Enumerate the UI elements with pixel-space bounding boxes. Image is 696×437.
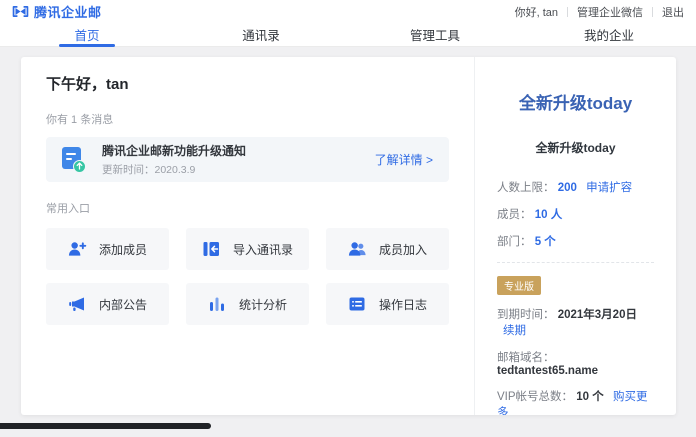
member-count-row: 成员： 10 人 xyxy=(497,206,654,222)
exmail-logo[interactable]: 腾讯企业邮 xyxy=(12,2,102,21)
member-count-value[interactable]: 10 人 xyxy=(535,209,563,221)
member-limit-value: 200 xyxy=(558,182,577,194)
upgrade-notification[interactable]: 腾讯企业邮新功能升级通知 更新时间：2020.3.9 了解详情 > xyxy=(46,137,449,182)
domain-label: 邮箱域名： xyxy=(497,352,555,364)
department-count-value[interactable]: 5 个 xyxy=(535,236,556,248)
renew-link[interactable]: 续期 xyxy=(503,325,526,337)
learn-more-link[interactable]: 了解详情 > xyxy=(375,151,433,168)
tab-admin-tools[interactable]: 管理工具 xyxy=(348,23,522,46)
operation-log-icon xyxy=(348,295,367,313)
expiry-row: 到期时间： 2021年3月20日 续期 xyxy=(497,306,654,338)
operation-log-button[interactable]: 操作日志 xyxy=(326,283,449,325)
vip-count-label: VIP帐号总数： xyxy=(497,391,573,403)
member-limit-label: 人数上限： xyxy=(497,182,555,194)
sidebar-panel: 全新升级today 全新升级today 人数上限： 200 申请扩容 成员： 1… xyxy=(474,57,676,415)
logout-link[interactable]: 退出 xyxy=(662,4,684,20)
quick-entries-title: 常用入口 xyxy=(46,200,449,216)
add-member-button[interactable]: 添加成员 xyxy=(46,228,169,270)
divider xyxy=(567,7,568,17)
tab-my-company[interactable]: 我的企业 xyxy=(522,23,696,46)
import-contacts-icon xyxy=(202,240,221,258)
tab-contacts[interactable]: 通讯录 xyxy=(174,23,348,46)
announcement-button[interactable]: 内部公告 xyxy=(46,283,169,325)
divider xyxy=(652,7,653,17)
vip-count-value: 10 个 xyxy=(576,391,604,403)
quick-entry-label: 统计分析 xyxy=(239,296,287,313)
upgrade-banner-subtitle: 全新升级today xyxy=(497,139,654,156)
exmail-logo-icon xyxy=(12,5,29,18)
quick-entry-label: 导入通讯录 xyxy=(233,241,293,258)
tab-home[interactable]: 首页 xyxy=(0,23,174,46)
domain-row: 邮箱域名： tedtantest65.name xyxy=(497,349,654,377)
bottom-dock-bar xyxy=(0,423,211,429)
expiry-label: 到期时间： xyxy=(497,309,555,321)
quick-entry-label: 成员加入 xyxy=(379,241,427,258)
vip-count-row: VIP帐号总数： 10 个 购买更多 xyxy=(497,388,654,415)
main-nav: 首页 通讯录 管理工具 我的企业 xyxy=(0,23,696,47)
user-greeting: 你好, tan xyxy=(515,4,558,20)
quick-entry-label: 添加成员 xyxy=(99,241,147,258)
member-join-button[interactable]: 成员加入 xyxy=(326,228,449,270)
notification-title: 腾讯企业邮新功能升级通知 xyxy=(102,142,246,159)
domain-value: tedtantest65.name xyxy=(497,365,598,377)
add-member-icon xyxy=(68,240,87,258)
org-stats: 人数上限： 200 申请扩容 成员： 10 人 部门： 5 个 xyxy=(497,179,654,249)
top-links: 你好, tan 管理企业微信 退出 xyxy=(515,4,684,20)
page-greeting: 下午好，tan xyxy=(46,73,449,94)
notification-updated: 更新时间：2020.3.9 xyxy=(102,162,246,177)
upgrade-banner-title: 全新升级today xyxy=(497,89,654,114)
page-body: 下午好，tan 你有 1 条消息 腾讯企业邮新功能升级通知 更新时间：2020 xyxy=(0,47,696,436)
manage-wecom-link[interactable]: 管理企业微信 xyxy=(577,4,643,20)
department-count-row: 部门： 5 个 xyxy=(497,233,654,249)
notification-text: 腾讯企业邮新功能升级通知 更新时间：2020.3.9 xyxy=(102,142,246,177)
divider xyxy=(497,262,654,263)
quick-entry-label: 操作日志 xyxy=(379,296,427,313)
statistics-button[interactable]: 统计分析 xyxy=(186,283,309,325)
upgrade-document-icon xyxy=(62,147,86,173)
announcement-icon xyxy=(68,295,87,313)
quick-entries-grid: 添加成员 导入通讯录 xyxy=(46,228,449,325)
messages-hint: 你有 1 条消息 xyxy=(46,111,449,127)
main-panel: 下午好，tan 你有 1 条消息 腾讯企业邮新功能升级通知 更新时间：2020 xyxy=(21,57,474,415)
topbar: 腾讯企业邮 你好, tan 管理企业微信 退出 xyxy=(0,0,696,23)
expand-capacity-link[interactable]: 申请扩容 xyxy=(586,182,632,194)
expiry-value: 2021年3月20日 xyxy=(558,309,637,321)
content-card: 下午好，tan 你有 1 条消息 腾讯企业邮新功能升级通知 更新时间：2020 xyxy=(21,57,676,415)
logo-text: 腾讯企业邮 xyxy=(34,2,102,21)
header: 腾讯企业邮 你好, tan 管理企业微信 退出 首页 通讯录 管理工具 我的企业 xyxy=(0,0,696,47)
exmail-admin-home: 腾讯企业邮 你好, tan 管理企业微信 退出 首页 通讯录 管理工具 我的企业… xyxy=(0,0,696,436)
plan-badge: 专业版 xyxy=(497,276,541,295)
member-limit-row: 人数上限： 200 申请扩容 xyxy=(497,179,654,195)
import-contacts-button[interactable]: 导入通讯录 xyxy=(186,228,309,270)
quick-entry-label: 内部公告 xyxy=(99,296,147,313)
upload-arrow-icon xyxy=(73,160,86,173)
plan-info: 到期时间： 2021年3月20日 续期 邮箱域名： tedtantest65.n… xyxy=(497,306,654,415)
member-join-icon xyxy=(348,240,367,258)
member-count-label: 成员： xyxy=(497,209,532,221)
department-count-label: 部门： xyxy=(497,236,532,248)
statistics-icon xyxy=(208,295,227,313)
